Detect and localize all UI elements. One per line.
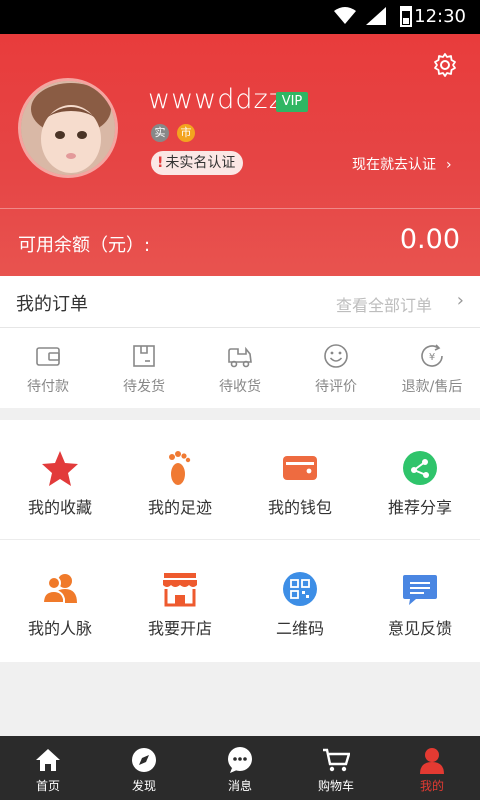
feature-label: 我的人脉 (27, 619, 92, 638)
feature-label: 我的收藏 (27, 498, 92, 517)
feature-qrcode[interactable]: 二维码 (240, 541, 360, 661)
tab-label: 购物车 (317, 779, 354, 793)
settings-gear-icon[interactable] (432, 52, 458, 78)
order-status-pending-receipt[interactable]: 待收货 (192, 328, 288, 408)
real-name-tag: 实 (151, 124, 169, 142)
package-icon (133, 345, 155, 367)
view-all-orders-link[interactable]: 查看全部订单 (336, 292, 432, 316)
store-icon (163, 573, 197, 607)
wallet-icon (283, 456, 317, 480)
feature-contacts[interactable]: 我的人脉 (0, 541, 120, 661)
status-bar: 12:30 (0, 0, 480, 34)
balance-label: 可用余额（元）: (18, 235, 151, 256)
svg-text:¥: ¥ (429, 352, 435, 363)
feature-label: 意见反馈 (387, 619, 452, 638)
tab-label: 我的 (419, 779, 444, 793)
order-status-label: 待收货 (219, 379, 261, 395)
truck-icon (228, 346, 252, 368)
order-status-pending-review[interactable]: 待评价 (288, 328, 384, 408)
feature-wallet[interactable]: 我的钱包 (240, 420, 360, 539)
avatar[interactable] (18, 78, 118, 178)
home-icon (36, 749, 60, 771)
order-status-label: 退款/售后 (401, 379, 463, 395)
verify-status-text: 未实名认证 (165, 155, 236, 171)
signal-icon (366, 7, 386, 25)
star-icon (42, 451, 78, 486)
message-icon (228, 747, 252, 773)
tab-discover[interactable]: 发现 (96, 736, 192, 800)
order-status-label: 待评价 (315, 379, 357, 395)
balance-value: 0.00 (399, 224, 460, 255)
city-tag: 市 (177, 124, 195, 142)
feature-grid-row: 我的收藏 我的足迹 我的钱包 推荐分享 (0, 420, 480, 540)
order-status-label: 待发货 (123, 379, 165, 395)
username: wwwddzz (148, 84, 284, 115)
feature-label: 二维码 (275, 619, 324, 638)
smiley-icon (324, 344, 348, 368)
order-status-pending-shipment[interactable]: 待发货 (96, 328, 192, 408)
tab-label: 发现 (131, 779, 156, 793)
feature-share[interactable]: 推荐分享 (360, 420, 480, 539)
wallet-icon (36, 347, 60, 366)
feature-favorites[interactable]: 我的收藏 (0, 420, 120, 539)
tab-label: 首页 (35, 779, 60, 793)
verify-now-link[interactable]: 现在就去认证 › (352, 154, 452, 174)
tab-me[interactable]: 我的 (384, 736, 480, 800)
feature-footprints[interactable]: 我的足迹 (120, 420, 240, 539)
wifi-icon (334, 7, 356, 24)
orders-title: 我的订单 (16, 294, 88, 315)
avatar-photo (21, 81, 115, 175)
order-status-pending-payment[interactable]: 待付款 (0, 328, 96, 408)
footprint-icon (169, 451, 191, 485)
feature-label: 推荐分享 (387, 498, 452, 517)
profile-header: wwwddzz VIP 实 市 ! 未实名认证 现在就去认证 › 可用余额（元）: … (0, 34, 480, 276)
share-icon (403, 451, 437, 485)
chevron-right-icon: › (456, 290, 464, 311)
vip-badge: VIP (276, 92, 308, 112)
qrcode-icon (283, 572, 317, 606)
warning-icon: ! (157, 155, 164, 171)
cart-icon (323, 748, 350, 772)
battery-icon (400, 6, 412, 27)
order-status-refund[interactable]: ¥ 退款/售后 (384, 328, 480, 408)
header-divider (0, 208, 480, 209)
order-status-label: 待付款 (27, 379, 69, 395)
feature-label: 我的足迹 (147, 498, 212, 517)
status-time: 12:30 (414, 6, 466, 27)
feature-grid: 我的收藏 我的足迹 我的钱包 推荐分享 我的人脉 我要开店 二维码 意见反馈 (0, 420, 480, 662)
tab-messages[interactable]: 消息 (192, 736, 288, 800)
tab-cart[interactable]: 购物车 (288, 736, 384, 800)
contacts-icon (41, 574, 77, 604)
tab-home[interactable]: 首页 (0, 736, 96, 800)
feature-grid-row: 我的人脉 我要开店 二维码 意见反馈 (0, 541, 480, 661)
feature-feedback[interactable]: 意见反馈 (360, 541, 480, 661)
verify-status-badge: ! 未实名认证 (151, 151, 244, 175)
verify-link-label: 现在就去认证 (352, 157, 436, 173)
my-orders-row[interactable]: 我的订单 查看全部订单 › (0, 276, 480, 328)
feature-label: 我的钱包 (267, 498, 332, 517)
compass-icon (132, 748, 156, 772)
tab-label: 消息 (227, 779, 252, 793)
user-icon (420, 748, 444, 774)
chevron-right-icon: › (446, 157, 452, 173)
feature-label: 我要开店 (147, 619, 212, 638)
order-status-bar: 待付款 待发货 待收货 待评价 ¥ 退款/售后 (0, 328, 480, 408)
feature-open-store[interactable]: 我要开店 (120, 541, 240, 661)
refund-icon: ¥ (421, 344, 443, 367)
bottom-tab-bar: 首页 发现 消息 购物车 我的 (0, 736, 480, 800)
feedback-icon (403, 575, 437, 605)
